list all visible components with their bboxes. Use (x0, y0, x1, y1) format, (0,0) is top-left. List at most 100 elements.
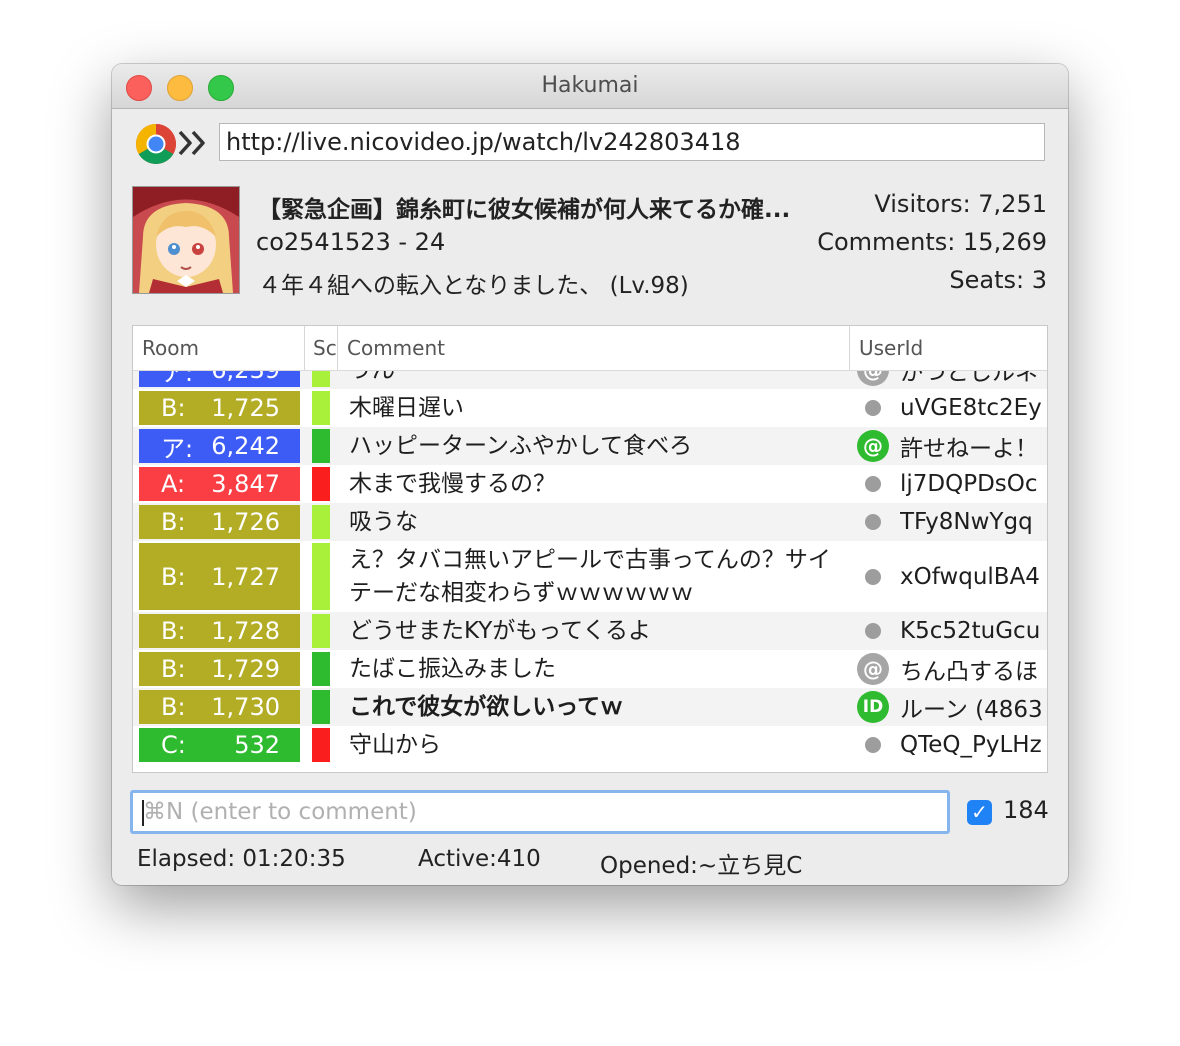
active-count: Active:410 (418, 846, 541, 872)
double-chevron-icon[interactable] (176, 128, 210, 158)
table-row[interactable]: A: 3,847 木まで我慢するの？ lj7DQPDsOc (133, 465, 1047, 503)
user-id-value: ちん凸するほ (900, 659, 1038, 685)
comment-text: 木曜日遅い (349, 389, 839, 427)
user-id-value: uVGE8tc2Ey (900, 395, 1042, 421)
anonymous-checkbox[interactable]: ✓ (967, 800, 992, 825)
comment-table[interactable]: Room Sc Comment UserId ア: 6,239 うん @ かつとしルネ B… (132, 325, 1048, 773)
user-id-value: ルーン (4863 (900, 697, 1043, 723)
comment-text: 守山から (349, 726, 839, 764)
at-badge-icon: @ (857, 653, 889, 685)
score-indicator (312, 652, 330, 686)
comment-text-value: どうせまたKYがもってくるよ (349, 617, 652, 644)
comment-number: 6,239 (211, 371, 280, 384)
comment-text: うん (349, 371, 839, 389)
comment-input-placeholder: ⌘N (enter to comment) (143, 799, 417, 825)
comment-text: これで彼女が欲しいってｗ (349, 688, 839, 726)
table-header: Room Sc Comment UserId (133, 326, 1047, 371)
room-label: ア: (161, 434, 194, 463)
table-row[interactable]: ア: 6,242 ハッピーターンふやかして食べろ @ 許せねーよ！ (133, 427, 1047, 465)
user-id: xOfwqulBA4 (900, 541, 1047, 612)
user-id-value: かつとしルネ (900, 371, 1038, 386)
user-id: ちん凸するほ (900, 650, 1047, 688)
table-row[interactable]: B: 1,729 たばこ振込みました @ ちん凸するほ (133, 650, 1047, 688)
app-window: Hakumai http://live.nicovideo.jp/watch/l… (112, 64, 1068, 885)
comment-input[interactable]: ⌘N (enter to comment) (130, 790, 950, 834)
room-label: C: (161, 731, 186, 759)
score-indicator (312, 467, 330, 501)
comment-number: 1,725 (211, 394, 280, 422)
column-header-score[interactable]: Sc (304, 326, 337, 370)
column-header-userid[interactable]: UserId (849, 326, 1047, 370)
room-cell: A: 3,847 (139, 467, 300, 501)
comments-count: Comments: 15,269 (817, 228, 1047, 256)
comment-number: 1,730 (211, 693, 280, 721)
table-row[interactable]: C: 532 守山から QTeQ_PyLHz (133, 726, 1047, 764)
url-field[interactable]: http://live.nicovideo.jp/watch/lv2428034… (219, 123, 1045, 161)
at-badge-icon: @ (857, 371, 889, 386)
score-indicator (312, 543, 330, 610)
room-label: B: (161, 394, 186, 422)
comment-text-value: ハッピーターンふやかして食べろ (349, 432, 693, 459)
comment-text: たばこ振込みました (349, 650, 839, 688)
user-status-dot-icon (865, 623, 881, 639)
chrome-icon[interactable] (134, 122, 178, 166)
room-cell: C: 532 (139, 728, 300, 762)
anonymous-label: 184 (1003, 796, 1049, 824)
room-cell: B: 1,730 (139, 690, 300, 724)
visitors-count: Visitors: 7,251 (874, 190, 1047, 218)
user-id-value: K5c52tuGcu (900, 618, 1041, 644)
comment-number: 532 (234, 731, 280, 759)
table-row[interactable]: B: 1,730 これで彼女が欲しいってｗ ID ルーン (4863 (133, 688, 1047, 726)
score-indicator (312, 505, 330, 539)
score-indicator (312, 728, 330, 762)
user-status-dot-icon (865, 514, 881, 530)
column-header-comment[interactable]: Comment (337, 326, 849, 370)
user-status-dot-icon (865, 568, 881, 585)
user-id: 許せねーよ！ (900, 427, 1047, 465)
seats-count: Seats: 3 (949, 266, 1047, 294)
user-id: QTeQ_PyLHz (900, 726, 1047, 764)
user-id: ルーン (4863 (900, 688, 1047, 726)
room-cell: B: 1,728 (139, 614, 300, 648)
title-bar: Hakumai (112, 64, 1068, 109)
comment-number: 1,726 (211, 508, 280, 536)
table-row[interactable]: B: 1,725 木曜日遅い uVGE8tc2Ey (133, 389, 1047, 427)
room-cell: ア: 6,239 (139, 371, 300, 387)
room-cell: B: 1,725 (139, 391, 300, 425)
user-id: lj7DQPDsOc (900, 465, 1047, 503)
live-title: 【緊急企画】錦糸町に彼女候補が何人来てるか確... (258, 197, 791, 223)
room-label: B: (161, 508, 186, 536)
user-status-dot-icon (865, 737, 881, 753)
score-indicator (312, 690, 330, 724)
comment-text-value: 守山から (349, 731, 441, 758)
comment-text-value: うん (349, 371, 395, 387)
comment-number: 1,729 (211, 655, 280, 683)
user-id-value: lj7DQPDsOc (900, 471, 1038, 497)
user-id: かつとしルネ (900, 371, 1047, 389)
comment-text-value: これで彼女が欲しいってｗ (349, 693, 624, 720)
comment-text-value: 吸うな (349, 508, 418, 535)
table-row[interactable]: ア: 6,239 うん @ かつとしルネ (133, 371, 1047, 389)
user-id: uVGE8tc2Ey (900, 389, 1047, 427)
comment-text: 木まで我慢するの？ (349, 465, 839, 503)
column-header-room[interactable]: Room (133, 326, 304, 370)
checkmark-icon: ✓ (971, 800, 988, 824)
table-row[interactable]: B: 1,727 え？タバコ無いアピールで古事ってんの？サイテーだな相変わらずｗｗｗ… (133, 541, 1047, 612)
owner-label: ４年４組への転入となりました、 (Lv.98) (258, 273, 689, 299)
user-id: K5c52tuGcu (900, 612, 1047, 650)
table-body: ア: 6,239 うん @ かつとしルネ B: 1,725 木曜日遅い uVGE8tc2Ey ア:… (133, 371, 1047, 772)
comment-text: 吸うな (349, 503, 839, 541)
community-label: co2541523 - 24 (256, 228, 446, 256)
score-indicator (312, 429, 330, 463)
table-row[interactable]: B: 1,726 吸うな TFy8NwYgq (133, 503, 1047, 541)
comment-text: え？タバコ無いアピールで古事ってんの？サイテーだな相変わらずｗｗｗｗｗｗ (349, 541, 839, 612)
user-status-dot-icon (865, 400, 881, 416)
room-cell: B: 1,726 (139, 505, 300, 539)
id-badge-icon: ID (857, 691, 889, 723)
comment-number: 3,847 (211, 470, 280, 498)
score-indicator (312, 614, 330, 648)
comment-number: 1,727 (211, 562, 280, 591)
user-status-dot-icon (865, 476, 881, 492)
community-thumbnail (132, 186, 240, 294)
table-row[interactable]: B: 1,728 どうせまたKYがもってくるよ K5c52tuGcu (133, 612, 1047, 650)
